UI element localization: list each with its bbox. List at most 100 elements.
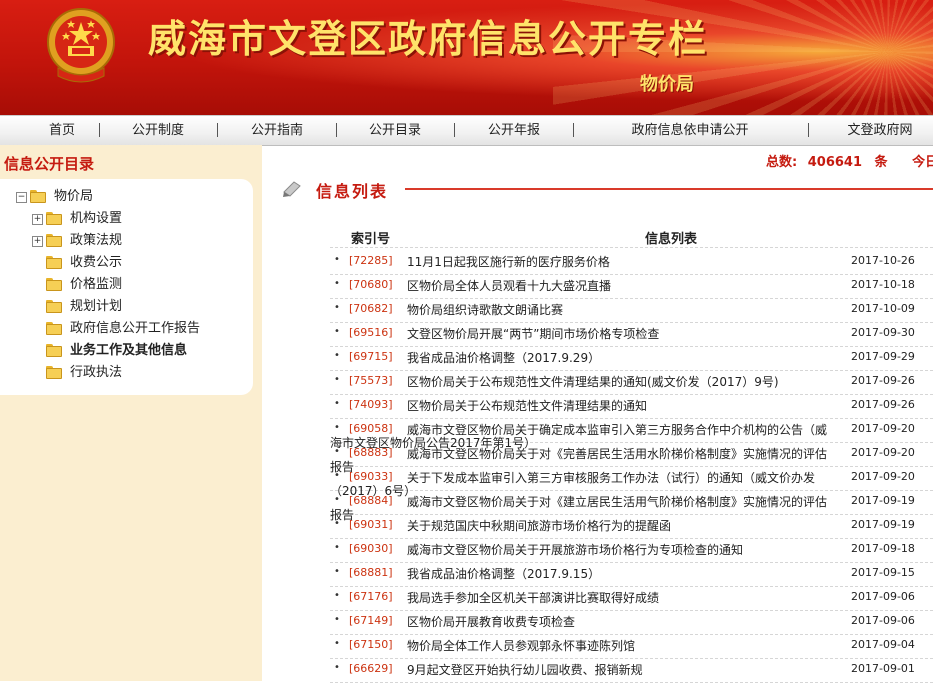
row-index[interactable]: [68884] xyxy=(349,494,393,507)
list-row[interactable]: • [70680] 区物价局全体人员观看十九大盛况直播 2017-10-18 xyxy=(330,274,933,299)
list-row[interactable]: • [67150] 物价局全体工作人员参观郭永怀事迹陈列馆 2017-09-04 xyxy=(330,634,933,659)
folder-icon xyxy=(46,234,62,247)
row-index[interactable]: [74093] xyxy=(349,398,393,411)
tree-item-label: 政府信息公开工作报告 xyxy=(70,321,201,336)
row-title-link[interactable]: 物价局组织诗歌散文朗诵比赛 xyxy=(407,301,563,318)
bullet: • xyxy=(334,302,340,313)
tree-item-label: 规划计划 xyxy=(70,299,123,314)
heading-rule xyxy=(405,188,933,190)
list-row[interactable]: • [69516] 文登区物价局开展“两节”期间市场价格专项检查 2017-09-30 xyxy=(330,322,933,347)
row-title-link[interactable]: 物价局全体工作人员参观郭永怀事迹陈列馆 xyxy=(407,637,635,654)
list-row[interactable]: • [68883] 威海市文登区物价局关于对《完善居民生活用水阶梯价格制度》实施情况… xyxy=(330,442,933,467)
total-count: 406641 xyxy=(807,155,863,170)
row-date: 2017-09-26 xyxy=(851,374,915,387)
list-row[interactable]: • [68881] 我省成品油价格调整（2017.9.15） 2017-09-15 xyxy=(330,562,933,587)
nav-disclosure-guide[interactable]: 公开指南 xyxy=(245,116,309,145)
list-row[interactable]: • [69030] 威海市文登区物价局关于开展旅游市场价格行为专项检查的通知 2017… xyxy=(330,538,933,563)
row-title-link[interactable]: 我局选手参加全区机关干部演讲比赛取得好成绩 xyxy=(407,589,659,606)
row-index[interactable]: [69030] xyxy=(349,542,393,555)
list-row[interactable]: • [67149] 区物价局开展教育收费专项检查 2017-09-06 xyxy=(330,610,933,635)
expand-icon[interactable]: + xyxy=(32,236,43,247)
stats-bar: 总数: 406641 条 今日公开 xyxy=(766,151,933,170)
list-row[interactable]: • [69715] 我省成品油价格调整（2017.9.29） 2017-09-29 xyxy=(330,346,933,371)
row-index[interactable]: [68881] xyxy=(349,566,393,579)
row-title-link[interactable]: 区物价局全体人员观看十九大盛况直播 xyxy=(407,277,611,294)
bullet: • xyxy=(334,590,340,601)
bullet: • xyxy=(334,566,340,577)
row-date: 2017-09-19 xyxy=(851,518,915,531)
list-title: 信息列表 xyxy=(316,182,389,201)
list-row[interactable]: • [69033] 关于下发成本监审引入第三方审核服务工作办法（试行）的通知（威文价… xyxy=(330,466,933,491)
row-index[interactable]: [69031] xyxy=(349,518,393,531)
tree-item-label: 价格监测 xyxy=(70,277,123,292)
bullet: • xyxy=(334,398,340,409)
list-row[interactable]: • [68884] 威海市文登区物价局关于对《建立居民生活用气阶梯价格制度》实施情况… xyxy=(330,490,933,515)
row-title-link[interactable]: 区物价局开展教育收费专项检查 xyxy=(407,613,575,630)
column-header-title: 信息列表 xyxy=(645,232,698,247)
expand-icon[interactable]: + xyxy=(32,214,43,225)
tree-root-label: 物价局 xyxy=(54,189,94,204)
nav-divider xyxy=(454,123,455,137)
today-label: 今日公开 xyxy=(912,155,933,170)
nav-disclosure-catalog[interactable]: 公开目录 xyxy=(363,116,427,145)
row-index[interactable]: [70682] xyxy=(349,302,393,315)
bullet: • xyxy=(334,518,340,529)
row-title-link[interactable]: 我省成品油价格调整（2017.9.15） xyxy=(407,565,600,582)
nav-home[interactable]: 首页 xyxy=(40,116,84,145)
column-header-index: 索引号 xyxy=(351,232,391,247)
row-title-link[interactable]: 威海市文登区物价局关于开展旅游市场价格行为专项检查的通知 xyxy=(407,541,743,558)
row-date: 2017-09-15 xyxy=(851,566,915,579)
total-label: 总数: xyxy=(766,155,798,170)
sidebar-title: 信息公开目录 xyxy=(4,155,95,173)
row-title-link[interactable]: 11月1日起我区施行新的医疗服务价格 xyxy=(407,253,610,270)
bullet: • xyxy=(334,374,340,385)
list-row[interactable]: • [74093] 区物价局关于公布规范性文件清理结果的通知 2017-09-26 xyxy=(330,394,933,419)
row-index[interactable]: [69715] xyxy=(349,350,393,363)
nav-annual-report[interactable]: 公开年报 xyxy=(482,116,546,145)
row-title-link[interactable]: 我省成品油价格调整（2017.9.29） xyxy=(407,349,600,366)
row-index[interactable]: [68883] xyxy=(349,446,393,459)
row-index[interactable]: [75573] xyxy=(349,374,393,387)
row-title-link[interactable]: 威海市文登区物价局关于对《完善居民生活用水阶梯价格制度》实施情况的评估 xyxy=(407,445,827,462)
row-index[interactable]: [67176] xyxy=(349,590,393,603)
bullet: • xyxy=(334,278,340,289)
folder-open-icon xyxy=(30,190,46,203)
row-title-link[interactable]: 9月起文登区开始执行幼儿园收费、报销新规 xyxy=(407,661,643,678)
nav-divider xyxy=(217,123,218,137)
row-title-link[interactable]: 威海市文登区物价局关于对《建立居民生活用气阶梯价格制度》实施情况的评估 xyxy=(407,493,827,510)
list-row[interactable]: • [75573] 区物价局关于公布规范性文件清理结果的通知(威文价发（2017）9… xyxy=(330,370,933,395)
row-title-link[interactable]: 区物价局关于公布规范性文件清理结果的通知(威文价发（2017）9号) xyxy=(407,373,779,390)
list-row[interactable]: • [70682] 物价局组织诗歌散文朗诵比赛 2017-10-09 xyxy=(330,298,933,323)
nav-divider xyxy=(808,123,809,137)
row-title-link[interactable]: 区物价局关于公布规范性文件清理结果的通知 xyxy=(407,397,647,414)
folder-icon xyxy=(46,256,62,269)
header-divider xyxy=(330,247,933,248)
row-date: 2017-10-18 xyxy=(851,278,915,291)
row-index[interactable]: [69516] xyxy=(349,326,393,339)
tree-item-label: 机构设置 xyxy=(70,211,123,226)
row-date: 2017-09-19 xyxy=(851,494,915,507)
nav-wendeng-gov-site[interactable]: 文登政府网 xyxy=(845,116,915,145)
catalog-tree: − 物价局 + 机构设置 + 政策法规 收费公示 价格监测 规划计划 政府信息公… xyxy=(0,179,253,395)
row-index[interactable]: [67149] xyxy=(349,614,393,627)
row-title-link[interactable]: 关于下发成本监审引入第三方审核服务工作办法（试行）的通知（威文价办发 xyxy=(407,469,815,486)
list-row[interactable]: • [72285] 11月1日起我区施行新的医疗服务价格 2017-10-26 xyxy=(330,250,933,275)
row-index[interactable]: [66629] xyxy=(349,662,393,675)
row-title-link[interactable]: 关于规范国庆中秋期间旅游市场价格行为的提醒函 xyxy=(407,517,671,534)
list-row[interactable]: • [69031] 关于规范国庆中秋期间旅游市场价格行为的提醒函 2017-09-1… xyxy=(330,514,933,539)
nav-disclosure-system[interactable]: 公开制度 xyxy=(126,116,190,145)
collapse-icon[interactable]: − xyxy=(16,192,27,203)
folder-icon xyxy=(46,212,62,225)
nav-divider xyxy=(336,123,337,137)
row-index[interactable]: [72285] xyxy=(349,254,393,267)
row-date: 2017-09-06 xyxy=(851,614,915,627)
list-row[interactable]: • [67176] 我局选手参加全区机关干部演讲比赛取得好成绩 2017-09-06 xyxy=(330,586,933,611)
row-index[interactable]: [70680] xyxy=(349,278,393,291)
site-header: 威海市文登区政府信息公开专栏 物价局 xyxy=(0,0,933,115)
row-index[interactable]: [67150] xyxy=(349,638,393,651)
row-date: 2017-09-20 xyxy=(851,470,915,483)
nav-request-disclosure[interactable]: 政府信息依申请公开 xyxy=(630,116,750,145)
list-row[interactable]: • [66629] 9月起文登区开始执行幼儿园收费、报销新规 2017-09-01 xyxy=(330,658,933,683)
row-title-link[interactable]: 文登区物价局开展“两节”期间市场价格专项检查 xyxy=(407,325,659,342)
row-date: 2017-09-04 xyxy=(851,638,915,651)
